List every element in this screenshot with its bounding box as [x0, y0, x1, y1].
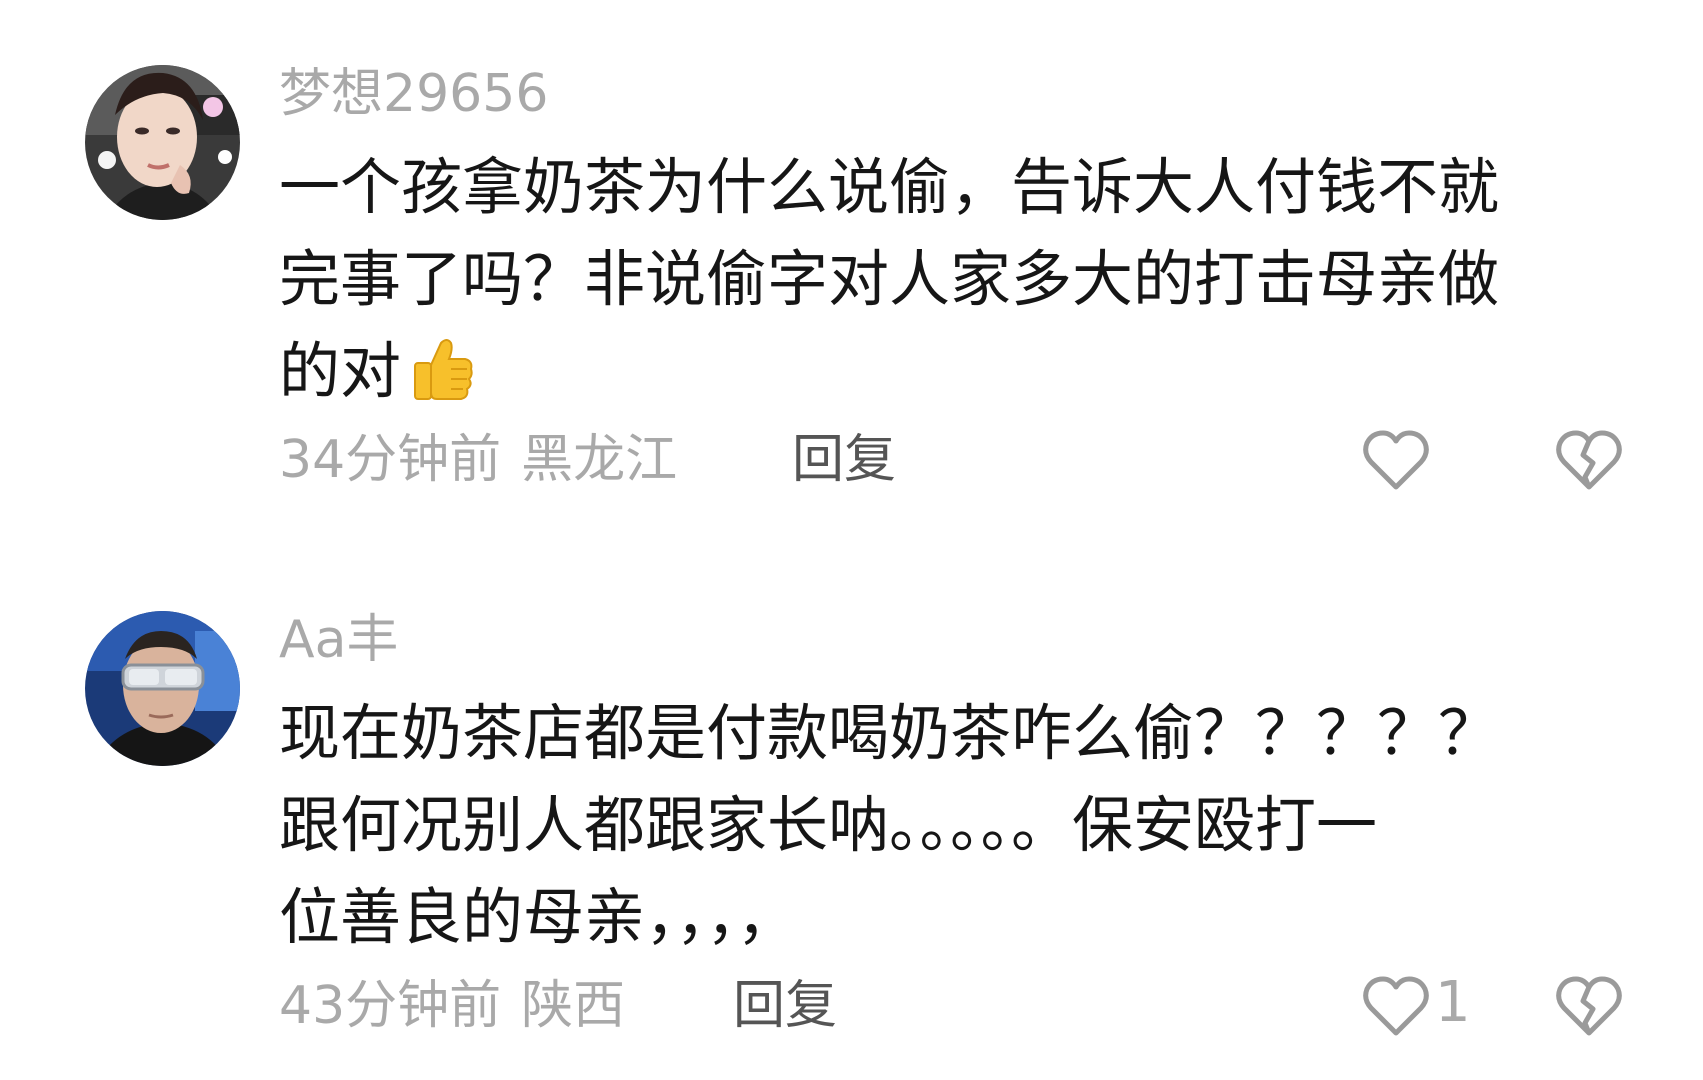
- comment-text-line: 跟何况别人都跟家长呐。。。。。保安殴打一: [279, 790, 1378, 861]
- comment-meta: 34分钟前 黑龙江: [279, 425, 677, 495]
- avatar-image: [85, 65, 240, 220]
- comment-time: 34分钟前: [279, 430, 502, 490]
- comment-time: 43分钟前: [279, 976, 502, 1036]
- comment-text-line: 现在奶茶店都是付款喝奶茶咋么偷？？？？？: [279, 698, 1500, 769]
- comment-username[interactable]: 梦想29656: [279, 60, 548, 128]
- avatar-image: [85, 611, 240, 766]
- like-button[interactable]: [1362, 429, 1430, 493]
- comment-text-line: 完事了吗？非说偷字对人家多大的打击母亲做: [279, 244, 1500, 315]
- comment-text-fragment: 的对: [279, 336, 402, 407]
- comment-text: 一个孩拿奶茶为什么说偷，告诉大人付钱不就 完事了吗？非说偷字对人家多大的打击母亲…: [279, 142, 1609, 418]
- comment-username[interactable]: Aa丰: [279, 606, 398, 674]
- broken-heart-icon: [1556, 430, 1622, 490]
- dislike-button[interactable]: [1555, 975, 1623, 1039]
- reply-button[interactable]: 回复: [792, 425, 896, 495]
- reply-button[interactable]: 回复: [733, 971, 837, 1041]
- broken-heart-icon: [1556, 976, 1622, 1036]
- like-count: 1: [1435, 970, 1471, 1035]
- comment-meta: 43分钟前 陕西: [279, 971, 625, 1041]
- comment-text: 现在奶茶店都是付款喝奶茶咋么偷？？？？？ 跟何况别人都跟家长呐。。。。。保安殴打…: [279, 688, 1609, 964]
- comment-text-line: 的对: [279, 326, 1609, 418]
- dislike-button[interactable]: [1555, 429, 1623, 493]
- heart-outline-icon: [1363, 976, 1429, 1036]
- user-avatar[interactable]: [85, 65, 240, 220]
- comment-text-line: 一个孩拿奶茶为什么说偷，告诉大人付钱不就: [279, 152, 1500, 223]
- comment-location: 黑龙江: [521, 430, 678, 490]
- like-button[interactable]: [1362, 975, 1430, 1039]
- user-avatar[interactable]: [85, 611, 240, 766]
- comment-text-line: 位善良的母亲，，，，: [279, 882, 798, 953]
- thumbs-up-emoji: [407, 333, 479, 405]
- comment-location: 陕西: [521, 976, 626, 1036]
- heart-outline-icon: [1363, 430, 1429, 490]
